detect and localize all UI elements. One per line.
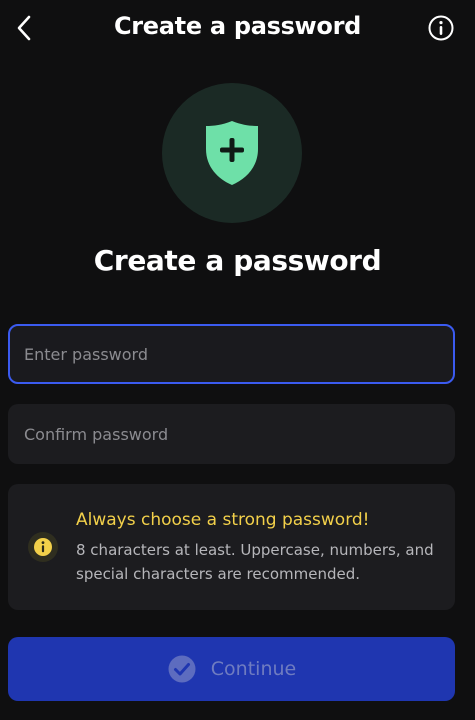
continue-label: Continue <box>210 658 297 680</box>
top-bar: Create a password <box>0 0 475 56</box>
password-input[interactable] <box>10 326 453 382</box>
confirm-password-field[interactable] <box>8 404 455 464</box>
info-icon <box>34 538 52 556</box>
header-title: Create a password <box>113 12 362 40</box>
shield-badge <box>162 83 302 223</box>
page-title: Create a password <box>93 244 382 277</box>
tip-title: Always choose a strong password! <box>76 510 370 530</box>
check-circle-icon <box>168 655 196 683</box>
continue-button[interactable]: Continue <box>8 637 455 701</box>
password-tip-card: Always choose a strong password! 8 chara… <box>8 484 455 610</box>
confirm-password-input[interactable] <box>8 404 455 464</box>
info-button[interactable] <box>427 14 455 42</box>
tip-icon-badge <box>28 532 58 562</box>
password-field[interactable] <box>8 324 455 384</box>
info-circle-icon <box>428 15 454 41</box>
tip-body: 8 characters at least. Uppercase, number… <box>76 541 434 583</box>
shield-plus-icon <box>206 121 258 185</box>
